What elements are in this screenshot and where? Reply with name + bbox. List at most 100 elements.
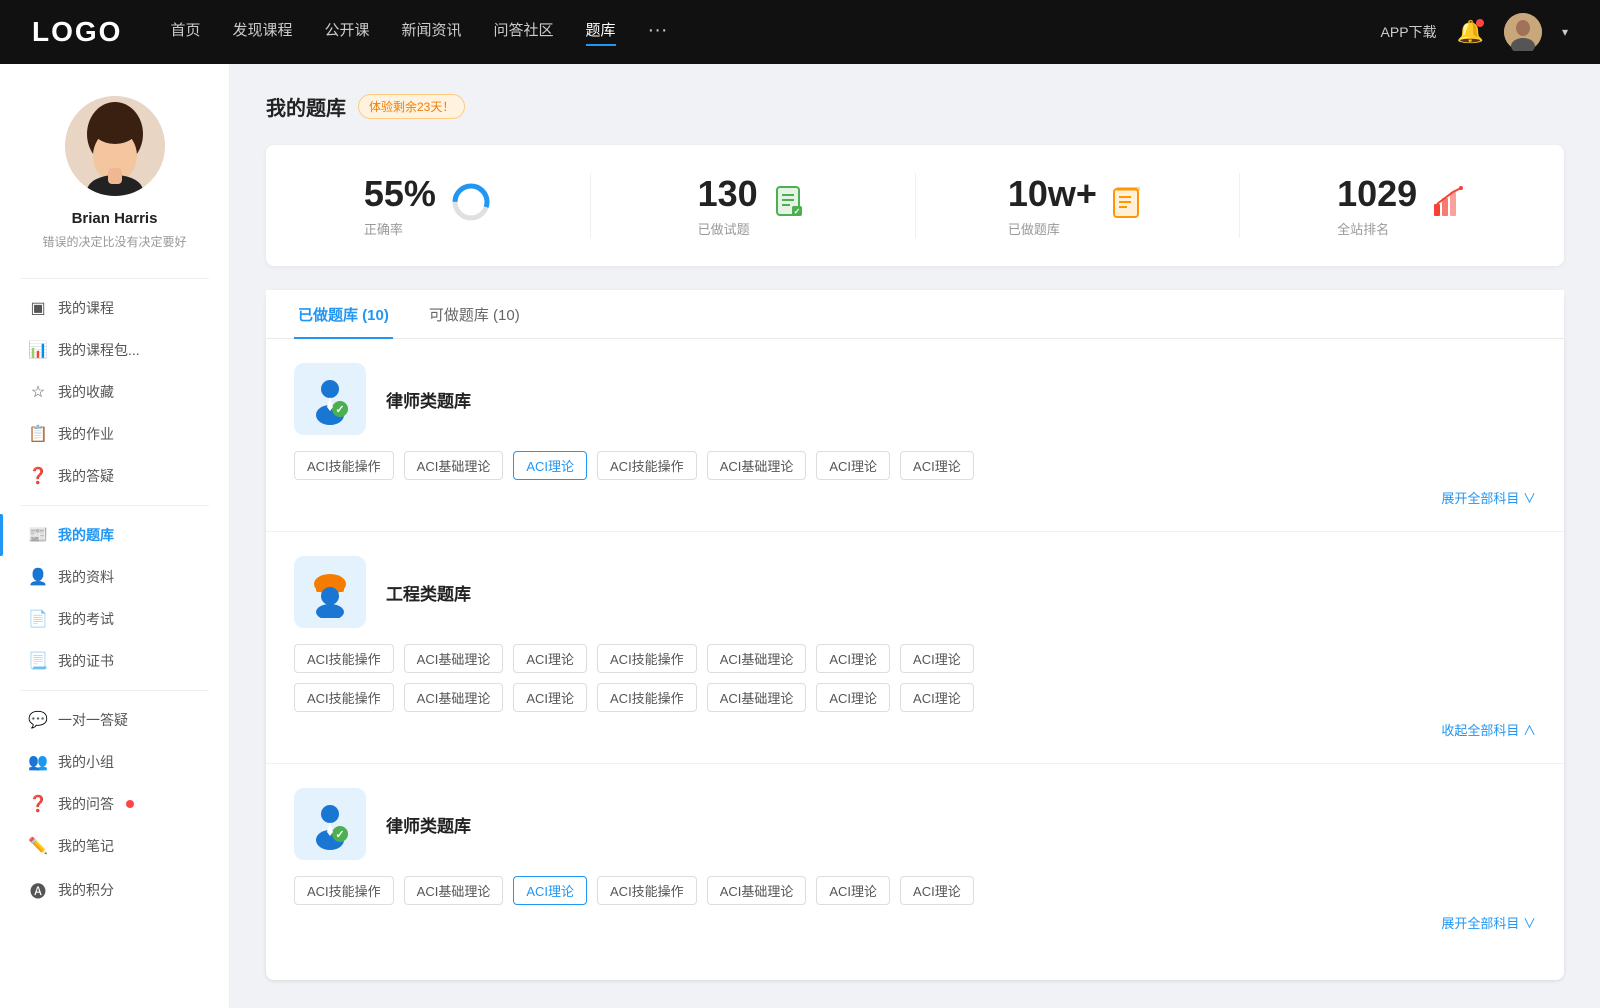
sidebar-item-label: 我的证书 (58, 651, 114, 671)
qbank-icon-lawyer-1: ✓ (294, 363, 366, 435)
tag[interactable]: ACI基础理论 (404, 451, 504, 480)
sidebar-item-my-exam[interactable]: 📄 我的考试 (0, 598, 229, 640)
tag[interactable]: ACI理论 (900, 451, 974, 480)
tab-done[interactable]: 已做题库 (10) (294, 290, 393, 339)
sidebar-item-my-packages[interactable]: 📊 我的课程包... (0, 329, 229, 371)
tag[interactable]: ACI技能操作 (597, 683, 697, 712)
sidebar-item-label: 我的收藏 (58, 382, 114, 402)
qbank-header-2: 工程类题库 (294, 556, 1536, 628)
nav-link-news[interactable]: 新闻资讯 (402, 19, 462, 46)
sidebar-item-my-courses[interactable]: ▣ 我的课程 (0, 287, 229, 329)
tag-active[interactable]: ACI理论 (513, 876, 587, 905)
tag[interactable]: ACI技能操作 (597, 876, 697, 905)
stat-rank: 1029 全站排名 (1240, 173, 1564, 238)
tag[interactable]: ACI理论 (900, 683, 974, 712)
tag[interactable]: ACI理论 (816, 451, 890, 480)
tag[interactable]: ACI理论 (900, 644, 974, 673)
sidebar-item-label: 我的答疑 (58, 466, 114, 486)
stat-banks-text: 10w+ 已做题库 (1008, 173, 1097, 238)
sidebar-item-my-questions[interactable]: ❓ 我的问答 (0, 783, 229, 825)
exam-icon: 📄 (28, 609, 48, 629)
stat-accuracy-label: 正确率 (364, 219, 436, 238)
layout: Brian Harris 错误的决定比没有决定要好 ▣ 我的课程 📊 我的课程包… (0, 64, 1600, 1008)
sidebar-profile: Brian Harris 错误的决定比没有决定要好 (0, 64, 229, 270)
sidebar-item-my-cert[interactable]: 📃 我的证书 (0, 640, 229, 682)
collapse-link-2[interactable]: 收起全部科目 ∧ (294, 720, 1536, 739)
questions-icon: ❓ (28, 794, 48, 814)
tag[interactable]: ACI技能操作 (294, 876, 394, 905)
tag[interactable]: ACI技能操作 (294, 451, 394, 480)
qa-icon: ❓ (28, 466, 48, 486)
nav-link-more[interactable]: ··· (648, 19, 668, 46)
tag[interactable]: ACI理论 (816, 644, 890, 673)
qbank-icon-lawyer-3: ✓ (294, 788, 366, 860)
tag[interactable]: ACI技能操作 (294, 644, 394, 673)
tabs-content-container: 已做题库 (10) 可做题库 (10) (266, 290, 1564, 980)
main-content: 我的题库 体验剩余23天！ 55% 正确率 (230, 64, 1600, 1008)
tag-active[interactable]: ACI理论 (513, 451, 587, 480)
sidebar-item-my-points[interactable]: 🅐 我的积分 (0, 867, 229, 913)
sidebar-item-my-notes[interactable]: ✏️ 我的笔记 (0, 825, 229, 867)
sidebar-item-my-qbank[interactable]: 📰 我的题库 (0, 514, 229, 556)
notes-icon: ✏️ (28, 836, 48, 856)
nav-link-discover[interactable]: 发现课程 (232, 19, 292, 46)
sidebar-item-my-qa[interactable]: ❓ 我的答疑 (0, 455, 229, 497)
tag[interactable]: ACI基础理论 (707, 451, 807, 480)
tag[interactable]: ACI基础理论 (707, 683, 807, 712)
tag[interactable]: ACI理论 (816, 683, 890, 712)
sidebar-item-my-favorites[interactable]: ☆ 我的收藏 (0, 371, 229, 413)
nav-logo: LOGO (32, 16, 122, 48)
qbank-title-3: 律师类题库 (386, 812, 471, 837)
my-courses-icon: ▣ (28, 298, 48, 318)
accuracy-pie-icon (450, 181, 492, 230)
sidebar-item-label: 我的考试 (58, 609, 114, 629)
expand-link-3[interactable]: 展开全部科目 ∨ (294, 913, 1536, 932)
qbank-title-2: 工程类题库 (386, 580, 471, 605)
stat-accuracy-value: 55% (364, 173, 436, 215)
tag[interactable]: ACI理论 (513, 644, 587, 673)
svg-text:✓: ✓ (335, 404, 344, 416)
nav-links: 首页 发现课程 公开课 新闻资讯 问答社区 题库 ··· (170, 19, 1380, 46)
star-icon: ☆ (28, 382, 48, 402)
page-header: 我的题库 体验剩余23天！ (266, 92, 1564, 121)
nav-link-qa[interactable]: 问答社区 (494, 19, 554, 46)
navbar: LOGO 首页 发现课程 公开课 新闻资讯 问答社区 题库 ··· APP下载 … (0, 0, 1600, 64)
stat-questions-label: 已做试题 (698, 219, 758, 238)
notification-bell[interactable]: 🔔 (1457, 19, 1484, 45)
stat-banks-label: 已做题库 (1008, 219, 1097, 238)
tag[interactable]: ACI基础理论 (707, 644, 807, 673)
profile-name: Brian Harris (72, 210, 158, 227)
nav-dropdown-arrow[interactable]: ▾ (1562, 25, 1568, 39)
tag[interactable]: ACI基础理论 (404, 644, 504, 673)
qbank-list: ✓ 律师类题库 ACI技能操作 ACI基础理论 ACI理论 ACI技能操作 AC… (266, 339, 1564, 980)
qbank-item-3: ✓ 律师类题库 ACI技能操作 ACI基础理论 ACI理论 ACI技能操作 AC… (266, 764, 1564, 956)
tag[interactable]: ACI理论 (816, 876, 890, 905)
tag[interactable]: ACI理论 (900, 876, 974, 905)
tag[interactable]: ACI技能操作 (597, 644, 697, 673)
my-packages-icon: 📊 (28, 340, 48, 360)
tag[interactable]: ACI基础理论 (707, 876, 807, 905)
nav-link-qbank[interactable]: 题库 (586, 19, 616, 46)
tag[interactable]: ACI技能操作 (597, 451, 697, 480)
nav-link-open[interactable]: 公开课 (324, 19, 369, 46)
nav-right: APP下载 🔔 ▾ (1381, 13, 1568, 51)
qbank-icon-engineer (294, 556, 366, 628)
app-download-button[interactable]: APP下载 (1381, 22, 1437, 42)
sidebar-item-one-on-one[interactable]: 💬 一对一答疑 (0, 699, 229, 741)
sidebar-item-my-group[interactable]: 👥 我的小组 (0, 741, 229, 783)
rank-chart-icon (1431, 184, 1467, 227)
sidebar-item-label: 我的问答 (58, 794, 114, 814)
cert-icon: 📃 (28, 651, 48, 671)
sidebar-item-my-data[interactable]: 👤 我的资料 (0, 556, 229, 598)
sidebar-item-my-homework[interactable]: 📋 我的作业 (0, 413, 229, 455)
tag[interactable]: ACI基础理论 (404, 683, 504, 712)
tag[interactable]: ACI理论 (513, 683, 587, 712)
tag[interactable]: ACI技能操作 (294, 683, 394, 712)
avatar[interactable] (1504, 13, 1542, 51)
expand-link-1[interactable]: 展开全部科目 ∨ (294, 488, 1536, 507)
nav-link-home[interactable]: 首页 (170, 19, 200, 46)
tab-available[interactable]: 可做题库 (10) (425, 290, 524, 339)
tag[interactable]: ACI基础理论 (404, 876, 504, 905)
data-icon: 👤 (28, 567, 48, 587)
qbank-header-3: ✓ 律师类题库 (294, 788, 1536, 860)
